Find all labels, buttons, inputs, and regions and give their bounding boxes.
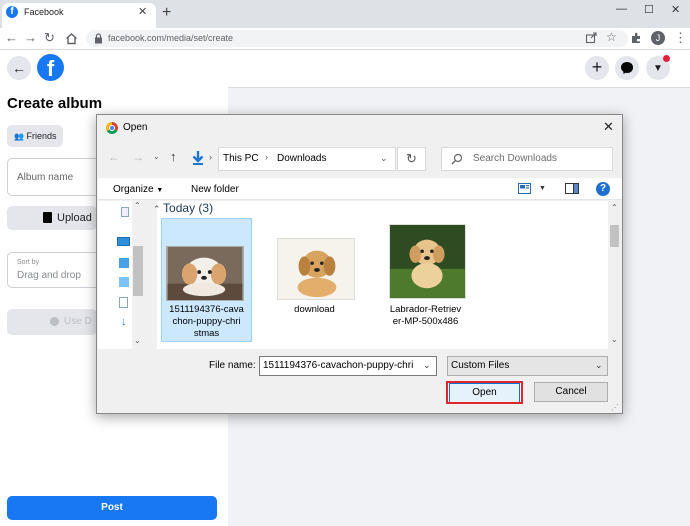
file-name-label: File name:: [209, 360, 256, 371]
refresh-icon[interactable]: ↻: [397, 147, 426, 171]
breadcrumb-separator-icon: ›: [265, 152, 268, 162]
nav-drive-icon[interactable]: [119, 258, 129, 268]
facebook-favicon-icon: f: [6, 6, 18, 18]
organize-button[interactable]: Organize ▼: [113, 184, 163, 195]
file-name-dropdown-icon[interactable]: ⌄: [423, 360, 431, 371]
file-label-line: 1511194376-cava: [169, 304, 244, 315]
bookmark-star-icon[interactable]: ☆: [606, 30, 617, 44]
forward-icon[interactable]: →: [24, 30, 37, 45]
minimize-icon[interactable]: —: [616, 3, 627, 15]
use-label: Use D: [64, 316, 92, 327]
recent-locations-icon[interactable]: ⌄: [153, 152, 160, 161]
file-type-dropdown-icon[interactable]: ⌄: [595, 360, 603, 371]
sort-by-value: Drag and drop: [17, 270, 81, 281]
downloads-arrow-icon: [192, 151, 204, 165]
window-close-icon[interactable]: ✕: [671, 3, 680, 16]
file-name-value: 1511194376-cavachon-puppy-chri: [263, 360, 414, 371]
nav-pictures-icon[interactable]: [119, 277, 129, 287]
facebook-logo-icon[interactable]: f: [37, 54, 64, 81]
nav-downloads-icon[interactable]: ↓: [121, 316, 127, 328]
file-label-line: stmas: [193, 328, 220, 339]
file-label-line: download: [294, 304, 335, 315]
file-label-line: er-MP-500x486: [392, 316, 459, 327]
group-header[interactable]: ⌃ Today (3): [153, 201, 213, 215]
labrador-puppy-thumbnail: [389, 224, 466, 299]
resize-grip-icon[interactable]: ⋰: [611, 403, 619, 412]
use-icon: [50, 317, 59, 326]
back-icon[interactable]: ←: [5, 30, 18, 45]
close-back-icon[interactable]: ←: [7, 56, 31, 80]
organize-label: Organize: [113, 184, 154, 195]
search-placeholder: Search Downloads: [473, 153, 557, 164]
file-list-scrollbar[interactable]: [608, 201, 621, 349]
extensions-icon[interactable]: [630, 32, 642, 44]
view-dropdown-icon[interactable]: ▼: [539, 185, 546, 192]
chrome-logo-center: [109, 125, 115, 131]
new-folder-button[interactable]: New folder: [191, 184, 239, 195]
notification-dot: [663, 55, 670, 62]
file-type-value: Custom Files: [451, 360, 510, 371]
home-icon[interactable]: [65, 32, 78, 45]
organize-dropdown-icon: ▼: [156, 187, 164, 194]
tab-close-icon[interactable]: ✕: [138, 5, 147, 18]
upload-label: Upload: [57, 212, 92, 224]
lock-icon[interactable]: [94, 33, 103, 44]
nav-scroll-down-icon[interactable]: ⌄: [134, 336, 141, 345]
breadcrumb-this-pc[interactable]: This PC: [223, 153, 259, 164]
cavachon-puppy-thumbnail: [166, 246, 244, 301]
preview-pane-icon[interactable]: [565, 183, 579, 194]
nav-pane-scroll-thumb[interactable]: [133, 246, 143, 296]
nav-scroll-up-icon[interactable]: ⌃: [134, 201, 141, 210]
file-label-line: Labrador-Retriev: [389, 304, 462, 315]
album-name-placeholder: Album name: [17, 172, 74, 183]
help-icon[interactable]: ?: [596, 182, 610, 196]
open-button-highlight: [446, 381, 523, 404]
open-file-dialog: Open ✕ ← → ⌄ ↑ › This PC › Downloads ⌄ ↻…: [96, 114, 623, 414]
collapse-group-icon: ⌃: [153, 204, 164, 214]
breadcrumb-downloads[interactable]: Downloads: [277, 153, 326, 164]
download-puppy-thumbnail: [277, 238, 355, 300]
sort-by-label: Sort by: [17, 259, 40, 266]
use-button[interactable]: Use D: [7, 309, 97, 335]
messenger-icon[interactable]: [615, 56, 639, 80]
upload-photo-icon: [43, 212, 52, 223]
dialog-forward-icon[interactable]: →: [132, 150, 144, 164]
search-icon: [451, 153, 463, 165]
nav-file-icon[interactable]: [119, 297, 128, 308]
privacy-button[interactable]: 👥 Friends: [7, 125, 63, 147]
share-icon[interactable]: [585, 32, 597, 44]
file-label-line: chon-puppy-chri: [172, 316, 241, 327]
file-scroll-up-icon[interactable]: ⌃: [611, 203, 618, 212]
create-menu-icon[interactable]: +: [585, 56, 609, 80]
new-tab-icon[interactable]: +: [162, 4, 171, 22]
url-text: facebook.com/media/set/create: [108, 33, 234, 43]
group-header-label: Today (3): [163, 201, 214, 215]
cancel-button[interactable]: Cancel: [534, 382, 608, 402]
nav-document-icon[interactable]: [121, 207, 129, 217]
page-title: Create album: [7, 95, 103, 112]
tab-title: Facebook: [24, 7, 64, 17]
file-list-scroll-thumb[interactable]: [610, 225, 619, 247]
file-scroll-down-icon[interactable]: ⌄: [611, 335, 618, 344]
breadcrumb-dropdown-icon[interactable]: ⌄: [380, 153, 388, 164]
breadcrumb-separator-icon: ›: [209, 152, 212, 162]
post-button[interactable]: Post: [7, 496, 217, 520]
dialog-back-icon[interactable]: ←: [108, 150, 120, 164]
profile-avatar[interactable]: J: [651, 31, 665, 45]
dialog-title: Open: [123, 122, 148, 133]
maximize-icon[interactable]: ☐: [644, 3, 654, 16]
chrome-menu-icon[interactable]: ⋮: [674, 30, 687, 46]
privacy-label: Friends: [26, 131, 57, 141]
reload-icon[interactable]: ↻: [44, 30, 55, 46]
dialog-close-icon[interactable]: ✕: [603, 119, 614, 135]
upload-button[interactable]: Upload: [7, 206, 97, 230]
change-view-icon[interactable]: [518, 183, 531, 194]
friends-icon: 👥: [14, 132, 24, 141]
up-folder-icon[interactable]: ↑: [170, 149, 177, 164]
nav-this-pc-icon[interactable]: [117, 237, 130, 246]
